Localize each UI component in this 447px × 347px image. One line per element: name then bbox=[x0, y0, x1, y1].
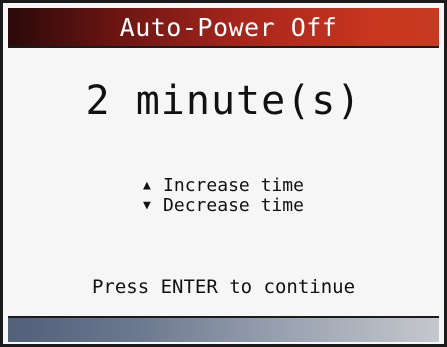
decrease-time-label: Decrease time bbox=[163, 195, 304, 216]
title-bar: Auto-Power Off bbox=[8, 8, 439, 46]
adjust-hints: ▲ Increase time ▼ Decrease time bbox=[8, 176, 439, 216]
decrease-time-hint[interactable]: ▼ Decrease time bbox=[143, 196, 304, 216]
triangle-up-icon: ▲ bbox=[143, 178, 151, 193]
increase-time-label: Increase time bbox=[163, 175, 304, 196]
continue-instruction: Press ENTER to continue bbox=[91, 276, 356, 298]
triangle-down-icon: ▼ bbox=[143, 198, 151, 213]
device-screen: Auto-Power Off 2 minute(s) ▲ Increase ti… bbox=[0, 0, 447, 347]
increase-time-hint[interactable]: ▲ Increase time bbox=[143, 176, 304, 196]
bottom-status-bar bbox=[8, 318, 439, 342]
power-off-time-value: 2 minute(s) bbox=[85, 78, 362, 124]
main-content: 2 minute(s) ▲ Increase time ▼ Decrease t… bbox=[8, 48, 439, 316]
screen-title: Auto-Power Off bbox=[119, 12, 338, 42]
